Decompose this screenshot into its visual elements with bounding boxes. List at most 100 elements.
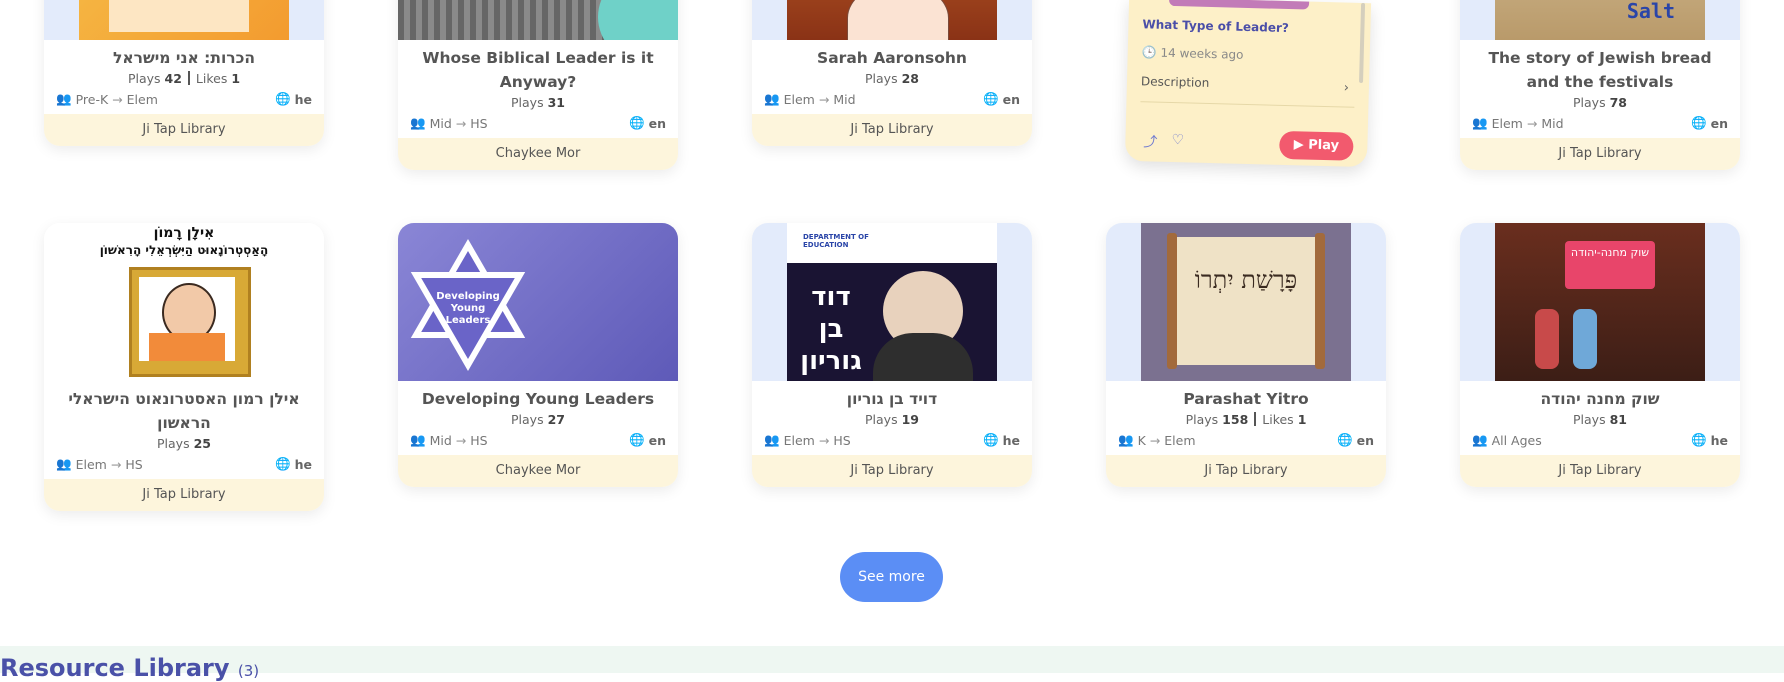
arrow-right-icon: → [1526,115,1538,131]
thumbnail-image [398,0,678,40]
card-author[interactable]: Ji Tap Library [1460,138,1740,170]
card-thumbnail[interactable]: DEPARTMENT OF EDUCATION דוד בן גוריון [752,223,1032,381]
plays-label: Plays [1185,412,1219,427]
activity-card[interactable]: Whose Biblical Leader is it Anyway? Play… [398,0,678,170]
language: en [1710,115,1728,131]
thumbnail-caption: Salt [1626,0,1675,23]
card-thumbnail[interactable] [44,0,324,40]
arrow-right-icon: → [455,432,467,448]
thumbnail-image: אִילָן רָמוֹן הָאַסְטְרוֹנָאוּט הַיִּשְׂ… [79,223,289,381]
card-title: אילן רמון האסטרונאוט הישראלי הראשון [68,390,300,432]
card-meta: 👥 Elem → HS 🌐 he [44,453,324,475]
age-group-icon: 👥 [56,91,72,106]
share-icon[interactable]: ⤴ [1143,131,1158,151]
card-thumbnail[interactable]: פָּרָשַׁת יִתְרוֹ [1106,223,1386,381]
thumbnail-image: פָּרָשַׁת יִתְרוֹ [1141,223,1351,381]
age-to: Elem [1164,432,1196,448]
card-author[interactable]: Ji Tap Library [44,479,324,511]
card-author[interactable]: Chaykee Mor [398,455,678,487]
activity-card[interactable]: הכרות: אני מישראל Plays 42 Likes 1 👥 Pre-K… [44,0,324,146]
description-toggle[interactable]: Description [1141,74,1210,90]
resource-library-heading: Resource Library (3) [0,654,259,682]
card-stats: Plays 31 [398,94,678,112]
likes-count: 1 [231,71,241,86]
thumbnail-caption: שוק מחנה-יהודה [1570,246,1650,259]
play-button[interactable]: ▶ Play [1278,130,1354,161]
activity-hover-card[interactable]: What Type of Leader? 🕒 14 weeks ago Desc… [1124,0,1372,168]
language: he [1002,432,1020,448]
card-meta: 👥 K → Elem 🌐 en [1106,429,1386,451]
arrow-right-icon: → [455,115,467,131]
language: he [294,91,312,107]
card-meta: 👥 Mid → HS 🌐 en [398,112,678,134]
age-to: HS [470,432,488,448]
activity-card[interactable]: Salt The story of Jewish bread and the f… [1460,0,1740,170]
arrow-right-icon: → [818,91,830,107]
play-icon: ▶ [1293,137,1304,153]
plays-label: Plays [511,412,544,427]
age-from: Pre-K [75,91,109,107]
activity-card[interactable]: DEPARTMENT OF EDUCATION דוד בן גוריון דו… [752,223,1032,487]
activity-card[interactable]: אִילָן רָמוֹן הָאַסְטְרוֹנָאוּט הַיִּשְׂ… [44,223,324,511]
age-to: HS [125,456,143,472]
card-thumbnail[interactable]: Developing Young Leaders [398,223,678,381]
card-thumbnail[interactable]: שוק מחנה-יהודה [1460,223,1740,381]
see-more-button[interactable]: See more [840,552,943,602]
likes-label: Likes [195,71,228,86]
plays-count: 42 [164,71,182,86]
card-title: Parashat Yitro [1183,390,1309,408]
age-from: Mid [429,432,452,448]
thumbnail-image [787,0,997,40]
globe-icon: 🌐 [275,91,291,106]
card-stats: Plays 19 [752,411,1032,429]
age-from: Mid [429,115,452,131]
card-author[interactable]: Ji Tap Library [752,114,1032,146]
card-title: הכרות: אני מישראל [112,49,256,67]
plays-count: 25 [193,436,211,451]
card-author[interactable]: Chaykee Mor [398,138,678,170]
play-label: Play [1308,137,1340,154]
card-author[interactable]: Ji Tap Library [1460,455,1740,487]
plays-count: 28 [901,71,919,86]
card-thumbnail[interactable]: אִילָן רָמוֹן הָאַסְטְרוֹנָאוּט הַיִּשְׂ… [44,223,324,381]
stats-separator [187,71,190,85]
activity-card[interactable]: שוק מחנה-יהודה שוק מחנה יהודה Plays 81 👥… [1460,223,1740,487]
card-author[interactable]: Ji Tap Library [44,114,324,146]
age-group-icon: 👥 [764,432,780,447]
card-author[interactable]: Ji Tap Library [752,455,1032,487]
plays-label: Plays [865,412,898,427]
card-author[interactable]: Ji Tap Library [1106,455,1386,487]
age-to: HS [833,432,851,448]
plays-count: 27 [547,412,565,427]
arrow-right-icon: → [818,432,830,448]
card-thumbnail[interactable] [398,0,678,40]
scrollbar[interactable] [1359,2,1366,84]
language: en [648,115,666,131]
card-stats: Plays 158 Likes 1 [1106,411,1386,429]
age-group-icon: 👥 [56,456,72,471]
activity-card[interactable]: פָּרָשַׁת יִתְרוֹ Parashat Yitro Plays 1… [1106,223,1386,487]
thumbnail-image: Salt [1495,0,1705,40]
card-meta: 👥 All Ages 🌐 he [1460,429,1740,451]
heart-icon[interactable]: ♡ [1171,132,1184,152]
card-thumbnail[interactable]: Salt [1460,0,1740,40]
language: he [294,456,312,472]
card-thumbnail[interactable] [752,0,1032,40]
plays-count: 158 [1222,412,1249,427]
chevron-right-icon[interactable]: › [1343,81,1349,96]
plays-label: Plays [127,71,161,86]
thumbnail-caption: Developing Young Leaders [436,291,500,326]
globe-icon: 🌐 [275,456,291,471]
age-group-icon: 👥 [410,432,426,447]
age-from: Elem [783,91,815,107]
activity-card[interactable]: Sarah Aaronsohn Plays 28 👥 Elem → Mid 🌐 en J… [752,0,1032,146]
thumbnail-caption-2: הָאַסְטְרוֹנָאוּט הַיִּשְׂרְאֵלִי הָרִאש… [99,243,269,257]
stats-separator [1254,412,1257,426]
plays-count: 31 [547,95,565,110]
activity-card[interactable]: Developing Young Leaders Developing Youn… [398,223,678,487]
age-group-icon: 👥 [1472,115,1488,130]
age-to: HS [470,115,488,131]
card-title: Whose Biblical Leader is it Anyway? [422,49,654,91]
language: he [1710,432,1728,448]
arrow-right-icon: → [1149,432,1161,448]
